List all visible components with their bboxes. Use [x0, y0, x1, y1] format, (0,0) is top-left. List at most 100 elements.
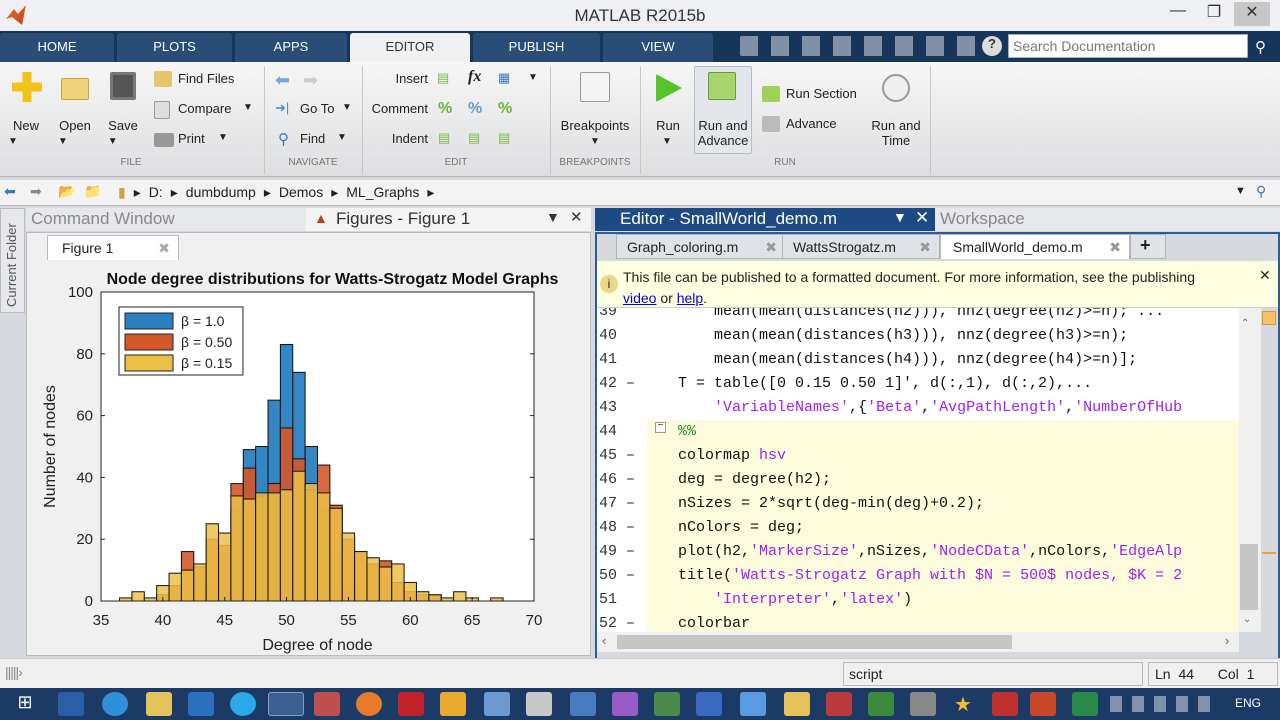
- code-line[interactable]: 50– title('Watts-Strogatz Graph with $N =…: [597, 564, 1239, 588]
- search-icon[interactable]: ⚲: [1255, 38, 1266, 56]
- taskbar-app-icon[interactable]: [740, 692, 766, 716]
- open-button[interactable]: Open: [56, 118, 94, 133]
- breakpoint-dash[interactable]: –: [626, 612, 635, 632]
- new-tab-button[interactable]: +: [1130, 234, 1166, 259]
- taskbar-app-icon[interactable]: [696, 692, 722, 716]
- compare-button[interactable]: Compare: [178, 101, 231, 116]
- close-panel-icon[interactable]: ✕: [570, 208, 583, 226]
- up-folder-icon[interactable]: 📂: [58, 183, 75, 200]
- smart-indent-icon[interactable]: ▤: [438, 130, 450, 146]
- code-editor[interactable]: 39 mean(mean(distances(h2))), nnz(degree…: [597, 308, 1239, 632]
- horizontal-scrollbar[interactable]: ‹ ›: [597, 632, 1239, 652]
- run-button[interactable]: Run: [650, 118, 686, 133]
- forward-arrow-icon[interactable]: ➡: [303, 70, 318, 91]
- start-button-icon[interactable]: ⊞: [12, 692, 38, 716]
- taskbar-app-icon[interactable]: [570, 692, 596, 716]
- insert-function-icon[interactable]: fx: [468, 68, 481, 86]
- tab-view[interactable]: VIEW: [603, 33, 713, 62]
- taskbar-app-icon[interactable]: [314, 692, 340, 716]
- close-tab-icon[interactable]: ✖: [765, 239, 777, 256]
- close-figure-icon[interactable]: ✖: [158, 240, 170, 257]
- code-line[interactable]: 44%%: [597, 420, 1239, 444]
- scrollbar-thumb[interactable]: [617, 635, 1012, 649]
- insert-dropdown-icon[interactable]: ▼: [528, 72, 538, 83]
- taskbar-app-icon[interactable]: [526, 692, 552, 716]
- help-link[interactable]: help: [677, 290, 703, 306]
- decrease-indent-icon[interactable]: ▤: [498, 130, 510, 146]
- code-line[interactable]: 49– plot(h2,'MarkerSize',nSizes,'NodeCDat…: [597, 540, 1239, 564]
- taskbar-app-icon[interactable]: [868, 692, 894, 716]
- taskbar-app-icon[interactable]: [398, 692, 424, 716]
- code-line[interactable]: 43 'VariableNames',{'Beta','AvgPathLengt…: [597, 396, 1239, 420]
- taskbar-app-icon[interactable]: [826, 692, 852, 716]
- figure-1-tab[interactable]: Figure 1 ✖: [47, 235, 179, 261]
- histogram-chart[interactable]: Node degree distributions for Watts-Stro…: [27, 260, 590, 655]
- forward-icon[interactable]: ➡: [30, 183, 42, 200]
- breakpoint-dash[interactable]: –: [626, 468, 635, 492]
- outlook-icon[interactable]: [188, 692, 214, 716]
- vnc-icon[interactable]: [910, 692, 936, 716]
- file-explorer-icon[interactable]: [146, 692, 172, 716]
- code-line[interactable]: 40 mean(mean(distances(h3))), nnz(degree…: [597, 324, 1239, 348]
- maximize-button[interactable]: ❐: [1196, 2, 1232, 26]
- save-button[interactable]: Save: [105, 118, 141, 133]
- code-line[interactable]: 46– deg = degree(h2);: [597, 468, 1239, 492]
- run-dropdown-icon[interactable]: ▼: [662, 136, 672, 147]
- matlab-taskbar-icon[interactable]: [268, 692, 304, 716]
- file-tab-graph-coloring[interactable]: Graph_coloring.m ✖: [616, 234, 786, 259]
- close-tab-icon[interactable]: ✖: [1109, 239, 1121, 256]
- editor-menu-icon[interactable]: ▼: [893, 209, 907, 225]
- command-window-tab[interactable]: Command Window: [26, 208, 306, 231]
- back-arrow-icon[interactable]: ⬅: [275, 70, 290, 91]
- tab-apps[interactable]: APPS: [235, 33, 347, 62]
- minimize-button[interactable]: —: [1160, 2, 1196, 26]
- insert-fi-icon[interactable]: ▦: [498, 70, 510, 86]
- find-dropdown-icon[interactable]: ▼: [337, 132, 347, 143]
- vertical-scrollbar[interactable]: ⌃ ⌄: [1239, 308, 1261, 632]
- code-line[interactable]: 45– colormap hsv: [597, 444, 1239, 468]
- breakpoint-dash[interactable]: –: [626, 564, 635, 588]
- panel-menu-icon[interactable]: ▼: [546, 209, 560, 225]
- breakpoint-dash[interactable]: –: [626, 540, 635, 564]
- breakpoints-button[interactable]: Breakpoints: [555, 118, 635, 133]
- fold-toggle-icon[interactable]: −: [655, 422, 666, 433]
- run-and-time-button[interactable]: Run and Time: [866, 118, 926, 148]
- workspace-tab[interactable]: Workspace: [935, 208, 1280, 231]
- code-line[interactable]: 42– T = table([0 0.15 0.50 1]', d(:,1), d…: [597, 372, 1239, 396]
- taskbar-app-icon[interactable]: [484, 692, 510, 716]
- scrollbar-thumb[interactable]: [1240, 544, 1258, 610]
- advance-button[interactable]: Advance: [786, 116, 837, 131]
- taskbar-app-icon[interactable]: [784, 692, 810, 716]
- quick-access-toolbar-icons[interactable]: [740, 36, 980, 56]
- skype-icon[interactable]: [230, 692, 256, 716]
- goto-button[interactable]: Go To: [300, 101, 334, 116]
- browse-folder-icon[interactable]: 📁: [84, 183, 101, 200]
- language-indicator[interactable]: ENG: [1235, 696, 1261, 710]
- breakpoint-dash[interactable]: –: [626, 444, 635, 468]
- internet-explorer-icon[interactable]: [102, 692, 128, 716]
- system-tray-icons[interactable]: [1110, 696, 1220, 712]
- taskbar-app-icon[interactable]: [992, 692, 1018, 716]
- breadcrumb-item[interactable]: dumbdump: [186, 184, 256, 201]
- tab-plots[interactable]: PLOTS: [117, 33, 232, 62]
- close-editor-icon[interactable]: ✕: [915, 208, 929, 228]
- tab-home[interactable]: HOME: [0, 33, 114, 62]
- new-button[interactable]: New: [8, 118, 44, 133]
- print-dropdown-icon[interactable]: ▼: [218, 132, 228, 143]
- code-line[interactable]: 41 mean(mean(distances(h4))), nnz(degree…: [597, 348, 1239, 372]
- goto-dropdown-icon[interactable]: ▼: [342, 102, 352, 113]
- file-tab-smallworld-demo[interactable]: SmallWorld_demo.m ✖: [940, 234, 1130, 259]
- close-tab-icon[interactable]: ✖: [919, 239, 931, 256]
- address-dropdown-icon[interactable]: ▼: [1235, 185, 1246, 197]
- breakpoint-dash[interactable]: –: [626, 516, 635, 540]
- tab-editor[interactable]: EDITOR: [350, 33, 470, 62]
- find-files-button[interactable]: Find Files: [178, 71, 234, 86]
- search-documentation-input[interactable]: Search Documentation: [1008, 34, 1248, 58]
- powerpoint-icon[interactable]: [1030, 692, 1056, 716]
- code-line[interactable]: 47– nSizes = 2*sqrt(deg-min(deg)+0.2);: [597, 492, 1239, 516]
- taskbar-app-icon[interactable]: [612, 692, 638, 716]
- compare-dropdown-icon[interactable]: ▼: [243, 102, 253, 113]
- back-icon[interactable]: ⬅: [4, 183, 16, 200]
- wrap-comments-icon[interactable]: %: [498, 100, 512, 118]
- search-folder-icon[interactable]: ⚲: [1256, 183, 1266, 200]
